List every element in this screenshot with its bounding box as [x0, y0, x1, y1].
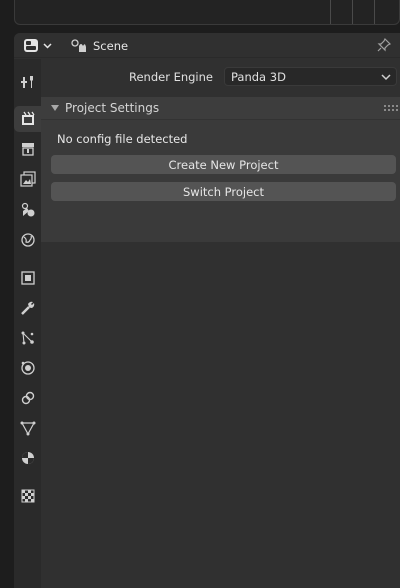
texture-icon [21, 489, 34, 503]
view-layer-icon [19, 171, 36, 187]
tab-world[interactable] [14, 227, 41, 253]
chevron-down-icon [381, 74, 391, 81]
create-new-project-button[interactable]: Create New Project [51, 155, 396, 174]
project-settings-body: No config file detected Create New Proje… [41, 120, 400, 242]
render-engine-label: Render Engine [128, 70, 213, 84]
render-icon [21, 111, 35, 125]
tab-physics[interactable] [14, 355, 41, 381]
scene-context: Scene [70, 36, 128, 55]
project-settings-header[interactable]: Project Settings [41, 97, 400, 120]
divider [374, 0, 375, 24]
render-engine-value: Panda 3D [231, 69, 286, 84]
divider [352, 0, 353, 24]
properties-content: Render Engine Panda 3D Project Settings [41, 59, 400, 588]
editor-type-dropdown[interactable] [23, 37, 55, 54]
tab-output[interactable] [14, 136, 41, 162]
divider [330, 0, 331, 24]
constraints-icon [21, 391, 34, 405]
tab-scene[interactable] [14, 197, 41, 223]
upper-editor-frame [14, 0, 400, 25]
world-icon [20, 233, 35, 247]
output-icon [21, 143, 34, 156]
tab-texture[interactable] [14, 483, 41, 509]
material-icon [21, 452, 34, 464]
render-engine-row: Render Engine Panda 3D [41, 66, 400, 88]
project-settings-panel: Project Settings No config file detected… [41, 97, 400, 242]
tab-particles[interactable] [14, 325, 41, 351]
pin-icon[interactable] [376, 37, 392, 53]
tab-object-data[interactable] [14, 415, 41, 441]
tool-icon [20, 76, 33, 88]
render-engine-dropdown[interactable]: Panda 3D [224, 67, 397, 86]
tab-constraints[interactable] [14, 385, 41, 411]
object-data-icon [20, 421, 35, 436]
switch-project-button[interactable]: Switch Project [51, 182, 396, 201]
properties-editor: Scene Render Engine Panda 3D Project Set… [14, 33, 400, 588]
panel-title: Project Settings [65, 101, 160, 115]
scene-properties-icon [21, 202, 34, 217]
particles-icon [21, 331, 34, 345]
physics-icon [20, 361, 35, 375]
properties-header: Scene [14, 33, 400, 58]
tab-modifier[interactable] [14, 295, 41, 321]
config-status-text: No config file detected [57, 132, 188, 146]
scene-icon [71, 39, 86, 52]
collapse-arrow-icon[interactable] [51, 105, 59, 111]
properties-tab-bar [14, 59, 41, 588]
drag-grip-icon[interactable] [384, 104, 398, 112]
object-icon [20, 271, 35, 285]
scene-name: Scene [93, 38, 129, 53]
tab-view-layer[interactable] [14, 166, 41, 192]
properties-editor-icon [24, 39, 52, 52]
tab-render[interactable] [14, 106, 41, 132]
tab-tool[interactable] [14, 69, 41, 95]
tab-object[interactable] [14, 265, 41, 291]
tab-material[interactable] [14, 445, 41, 471]
upper-editor-area [0, 0, 400, 30]
modifier-icon [20, 301, 34, 315]
